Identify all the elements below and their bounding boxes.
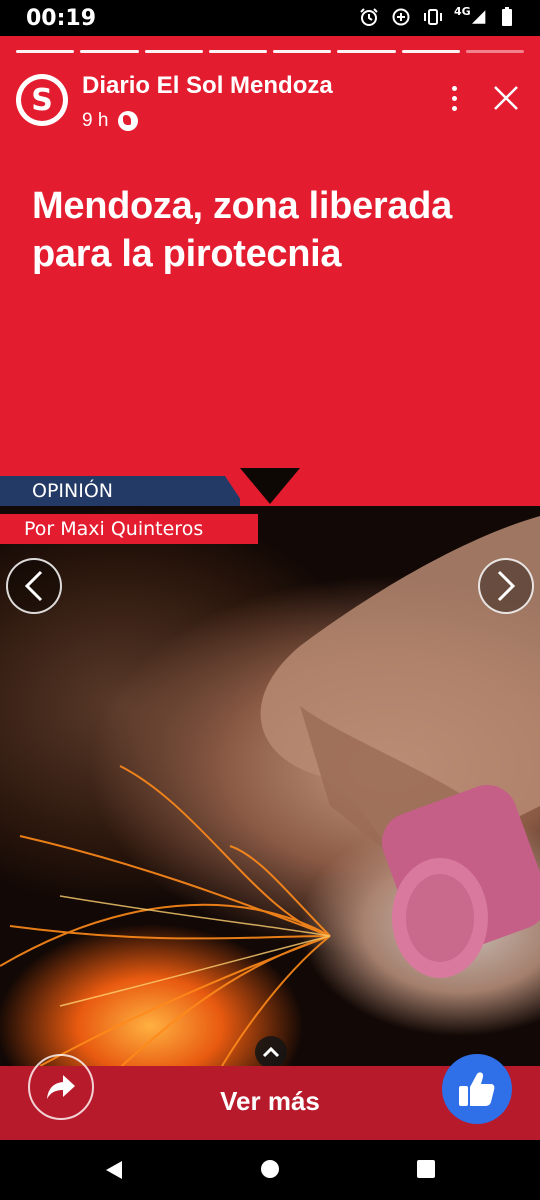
status-bar: 00:19 4G: [0, 0, 540, 36]
chevron-right-icon: [497, 570, 516, 602]
progress-segment: [273, 50, 332, 53]
status-icons: 4G: [358, 4, 518, 28]
more-options-button[interactable]: [442, 80, 466, 116]
story-progress: [16, 50, 524, 53]
close-button[interactable]: [488, 80, 524, 116]
publisher-name[interactable]: Diario El Sol Mendoza: [82, 72, 333, 100]
network-type: 4G: [454, 4, 471, 18]
section-labels: OPINIÓN Por Maxi Quinteros: [0, 476, 300, 546]
publisher-avatar[interactable]: S: [16, 74, 68, 126]
story-header: S Diario El Sol Mendoza 9 h: [16, 70, 524, 140]
home-icon[interactable]: [261, 1160, 279, 1178]
battery-icon: [496, 6, 518, 28]
status-time: 00:19: [26, 6, 97, 31]
post-time: 9 h: [82, 110, 109, 131]
share-button[interactable]: [28, 1054, 94, 1120]
close-icon: [494, 86, 518, 110]
story-viewer[interactable]: S Diario El Sol Mendoza 9 h Mendoza, zon…: [0, 36, 540, 1140]
chevron-left-icon: [24, 570, 43, 602]
alarm-icon: [358, 6, 380, 28]
progress-segment: [337, 50, 396, 53]
next-story-button[interactable]: [478, 558, 534, 614]
progress-segment: [16, 50, 75, 53]
chevron-up-icon: [262, 1046, 280, 1058]
post-meta: 9 h: [82, 110, 139, 132]
signal-icon: 4G: [454, 4, 486, 28]
system-nav-bar: [0, 1140, 540, 1200]
progress-segment: [208, 50, 267, 53]
dot-icon: [451, 95, 457, 101]
thumbs-up-icon: [459, 1072, 495, 1106]
vibrate-icon: [422, 6, 444, 28]
see-more-button[interactable]: Ver más: [170, 1086, 370, 1117]
back-icon[interactable]: [104, 1160, 124, 1180]
dot-icon: [451, 105, 457, 111]
progress-segment: [401, 50, 460, 53]
author-byline: Por Maxi Quinteros: [0, 514, 258, 544]
section-tag: OPINIÓN: [0, 476, 240, 506]
previous-story-button[interactable]: [6, 558, 62, 614]
share-arrow-icon: [47, 1075, 75, 1099]
expand-up-button[interactable]: [255, 1036, 287, 1068]
recents-icon[interactable]: [417, 1160, 435, 1178]
progress-segment: [144, 50, 203, 53]
progress-segment: [80, 50, 139, 53]
progress-segment: [465, 50, 524, 53]
globe-icon: [118, 111, 139, 131]
dot-icon: [451, 85, 457, 91]
like-button[interactable]: [442, 1054, 512, 1124]
data-saver-icon: [390, 6, 412, 28]
story-headline: Mendoza, zona liberada para la pirotecni…: [32, 185, 452, 275]
publisher-logo-letter: S: [21, 79, 63, 121]
